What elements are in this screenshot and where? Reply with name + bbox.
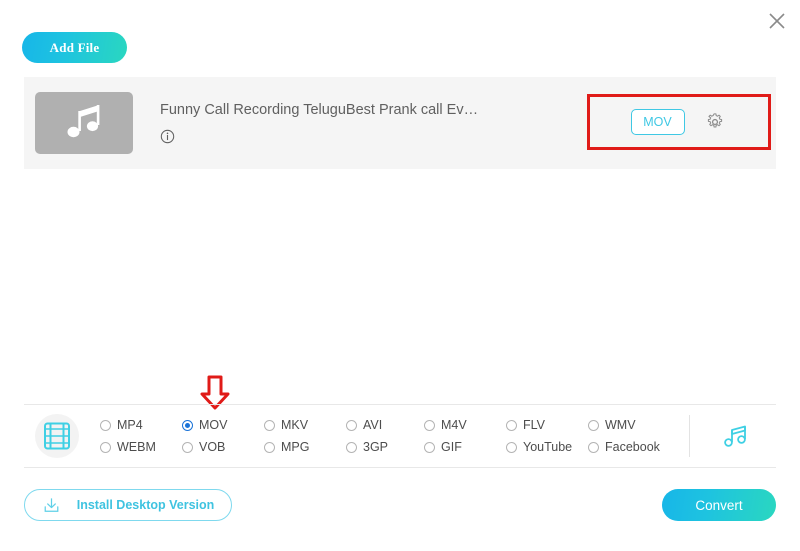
format-label: AVI: [363, 418, 382, 432]
video-converter-window: Add File Funny Call Recording TeluguBest…: [0, 0, 800, 551]
radio-indicator: [588, 442, 599, 453]
film-strip-icon: [44, 422, 70, 450]
format-label: WEBM: [117, 440, 156, 454]
format-options-grid: MP4 MOV MKV AVI M4V FLV: [100, 414, 689, 458]
radio-indicator: [424, 420, 435, 431]
radio-indicator: [264, 442, 275, 453]
audio-format-tab[interactable]: [716, 417, 754, 455]
format-label: GIF: [441, 440, 462, 454]
add-file-button[interactable]: Add File: [22, 32, 127, 63]
format-option-webm[interactable]: WEBM: [100, 440, 182, 454]
format-label: MKV: [281, 418, 308, 432]
music-note-icon: [63, 103, 105, 143]
radio-indicator: [182, 420, 193, 431]
radio-indicator: [264, 420, 275, 431]
format-label: MP4: [117, 418, 143, 432]
radio-indicator: [100, 442, 111, 453]
radio-indicator: [506, 442, 517, 453]
file-thumbnail: [35, 92, 133, 154]
format-option-mp4-row1[interactable]: MP4: [100, 418, 182, 432]
format-label: Facebook: [605, 440, 660, 454]
radio-indicator: [588, 420, 599, 431]
format-label: M4V: [441, 418, 467, 432]
settings-button[interactable]: [702, 109, 728, 135]
format-label: WMV: [605, 418, 636, 432]
install-label: Install Desktop Version: [77, 498, 215, 512]
close-button[interactable]: [762, 6, 792, 36]
radio-indicator: [346, 442, 357, 453]
music-note-icon: [722, 422, 748, 450]
format-option-avi[interactable]: AVI: [346, 418, 424, 432]
format-option-vob[interactable]: VOB: [182, 440, 264, 454]
format-label: MPG: [281, 440, 309, 454]
format-option-3gp[interactable]: 3GP: [346, 440, 424, 454]
format-option-facebook[interactable]: Facebook: [588, 440, 666, 454]
gear-icon: [705, 112, 725, 132]
format-option-youtube[interactable]: YouTube: [506, 440, 588, 454]
file-name-label: Funny Call Recording TeluguBest Prank ca…: [160, 102, 580, 118]
format-option-mkv[interactable]: MKV: [264, 418, 346, 432]
format-label: MOV: [199, 418, 227, 432]
format-option-mov[interactable]: MOV: [182, 418, 264, 432]
radio-indicator: [346, 420, 357, 431]
format-option-wmv[interactable]: WMV: [588, 418, 666, 432]
convert-button[interactable]: Convert: [662, 489, 776, 521]
format-label: FLV: [523, 418, 545, 432]
format-option-m4v[interactable]: M4V: [424, 418, 506, 432]
format-label: YouTube: [523, 440, 572, 454]
format-label: 3GP: [363, 440, 388, 454]
radio-indicator: [182, 442, 193, 453]
radio-indicator: [424, 442, 435, 453]
format-option-mpg[interactable]: MPG: [264, 440, 346, 454]
format-option-flv[interactable]: FLV: [506, 418, 588, 432]
panel-divider: [689, 415, 690, 457]
close-icon: [768, 12, 786, 30]
download-icon: [42, 496, 61, 515]
format-label: VOB: [199, 440, 225, 454]
install-desktop-version-button[interactable]: Install Desktop Version: [24, 489, 232, 521]
format-selection-panel: MP4 MOV MKV AVI M4V FLV: [24, 404, 776, 468]
radio-indicator: [506, 420, 517, 431]
format-option-gif[interactable]: GIF: [424, 440, 506, 454]
radio-indicator: [100, 420, 111, 431]
output-format-badge[interactable]: MOV: [631, 109, 685, 135]
video-format-tab[interactable]: [35, 414, 79, 458]
info-icon[interactable]: [160, 129, 175, 144]
